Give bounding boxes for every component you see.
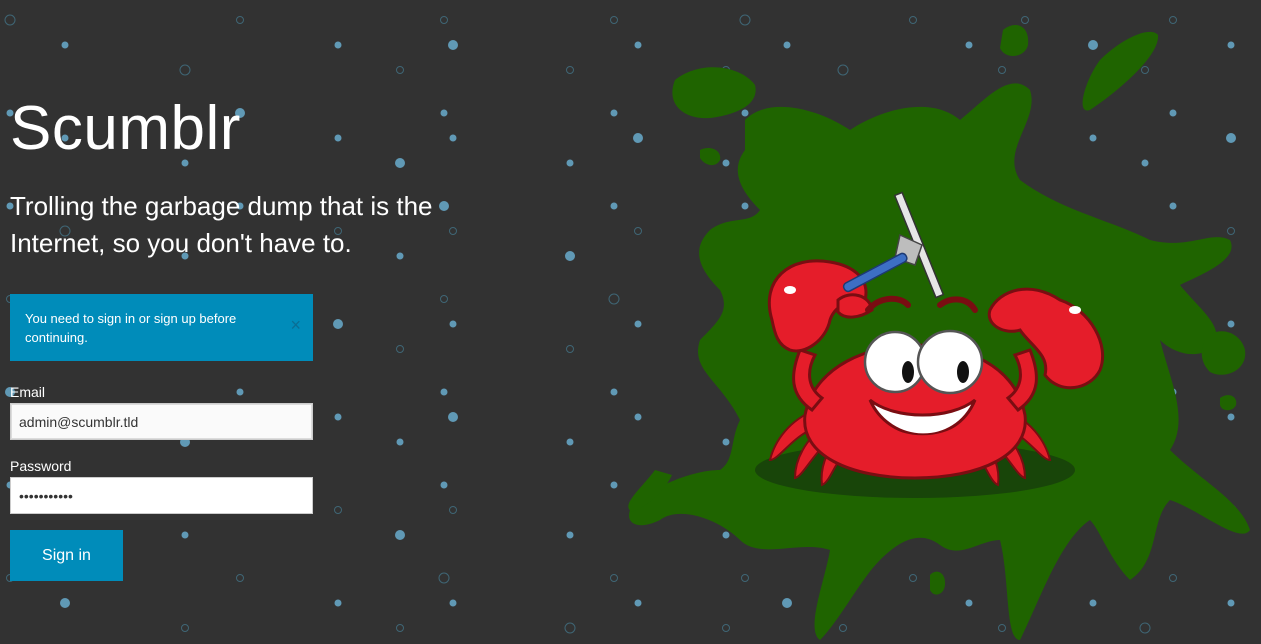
email-label: Email (10, 384, 46, 400)
bubble (396, 345, 404, 353)
page-title: Scumblr (10, 94, 241, 163)
bubble (334, 599, 342, 607)
bubble (236, 388, 244, 396)
bubble (236, 16, 244, 24)
bubble (440, 16, 448, 24)
alert-message: You need to sign in or sign up before co… (25, 311, 237, 345)
password-field[interactable] (10, 477, 313, 514)
tagline: Trolling the garbage dump that is the In… (10, 191, 433, 258)
bubble (566, 66, 574, 74)
bubble (564, 622, 576, 634)
crab-mascot-illustration (628, 25, 1250, 640)
bubble (334, 413, 342, 421)
bubble (449, 320, 457, 328)
bubble (396, 66, 404, 74)
bubble (60, 598, 70, 608)
close-icon[interactable]: × (290, 315, 301, 335)
bubble (4, 14, 16, 26)
email-field[interactable] (10, 403, 313, 440)
bubble (396, 624, 404, 632)
bubble (448, 40, 458, 50)
bubble (448, 412, 458, 422)
bubble (438, 572, 450, 584)
bubble (395, 158, 405, 168)
bubble (395, 530, 405, 540)
bubble (61, 41, 69, 49)
bubble (566, 345, 574, 353)
bubble (440, 295, 448, 303)
bubble (181, 531, 189, 539)
bubble (179, 64, 191, 76)
bubble (334, 134, 342, 142)
bubble (566, 438, 574, 446)
sign-in-button[interactable]: Sign in (10, 530, 123, 581)
bubble (236, 574, 244, 582)
bubble (334, 41, 342, 49)
bubble (440, 388, 448, 396)
bubble (396, 438, 404, 446)
bubble (449, 134, 457, 142)
sign-in-alert: You need to sign in or sign up before co… (10, 294, 313, 361)
bubble (334, 506, 342, 514)
bubble (449, 599, 457, 607)
bubble (565, 251, 575, 261)
bubble (449, 506, 457, 514)
bubble (566, 159, 574, 167)
password-label: Password (10, 458, 72, 474)
bubble (440, 109, 448, 117)
bubble (440, 481, 448, 489)
bubble (566, 531, 574, 539)
bubble (333, 319, 343, 329)
bubble (181, 624, 189, 632)
